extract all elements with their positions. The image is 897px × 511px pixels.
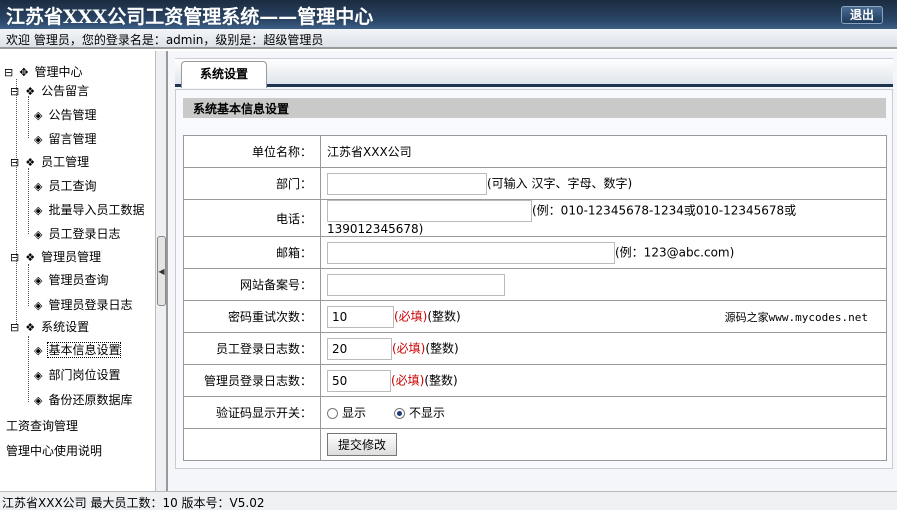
- header: 江苏省XXX公司工资管理系统——管理中心 退出: [0, 0, 897, 29]
- pwd-retry-label: 密码重试次数：: [183, 300, 321, 333]
- required-mark: (必填): [394, 309, 428, 323]
- unit-label: 单位名称：: [183, 135, 321, 168]
- group-label: 公告留言: [41, 84, 90, 98]
- radio-hide-label: 不显示: [409, 406, 446, 420]
- item-label: 公告管理: [48, 108, 97, 122]
- tree-group-admins[interactable]: ⊟ ❖ 管理员管理: [10, 248, 101, 265]
- radio-show[interactable]: [327, 408, 338, 419]
- dept-label: 部门：: [183, 167, 321, 200]
- required-mark: (必填): [392, 341, 426, 355]
- tree-root-label: 管理中心: [34, 65, 83, 79]
- tab-bar: [175, 58, 893, 87]
- tree-item[interactable]: ◈ 备份还原数据库: [34, 391, 132, 408]
- tree-item[interactable]: ◈ 员工查询: [34, 177, 96, 194]
- email-input[interactable]: [327, 241, 615, 264]
- diamond-icon: ◈: [34, 109, 43, 122]
- submit-button[interactable]: 提交修改: [327, 433, 398, 456]
- captcha-show-option[interactable]: 显示: [327, 406, 366, 420]
- icp-label: 网站备案号：: [183, 268, 321, 301]
- status-bar: 江苏省XXX公司 最大员工数：10 版本号：V5.02: [0, 491, 897, 510]
- root-icon: ✥: [19, 66, 29, 79]
- tree-item[interactable]: ◈ 公告管理: [34, 106, 96, 123]
- admin-log-label: 管理员登录日志数：: [183, 364, 321, 397]
- tree-item[interactable]: ◈ 部门岗位设置: [34, 366, 120, 383]
- tree-root[interactable]: ⊟ ✥ 管理中心: [4, 63, 82, 80]
- email-hint: (例：123@abc.com): [615, 245, 735, 259]
- group-label: 员工管理: [41, 155, 90, 169]
- diamond-icon: ◈: [34, 344, 43, 357]
- diamond-icon: ◈: [34, 394, 43, 407]
- group-label: 系统设置: [41, 320, 90, 334]
- sidebar-splitter[interactable]: ◀: [155, 51, 168, 491]
- welcome-text: 欢迎 管理员，您的登录名是：admin，级别是：超级管理员: [0, 29, 897, 49]
- integer-hint: (整数): [424, 373, 458, 387]
- email-label: 邮箱：: [183, 236, 321, 269]
- diamond-icon: ❖: [25, 85, 36, 98]
- integer-hint: (整数): [425, 341, 459, 355]
- icp-input[interactable]: [327, 273, 505, 296]
- diamond-icon: ❖: [25, 156, 36, 169]
- diamond-icon: ◈: [34, 204, 43, 217]
- item-label: 管理员登录日志: [48, 298, 133, 312]
- tree-item[interactable]: ◈ 管理员登录日志: [34, 296, 132, 313]
- collapse-icon[interactable]: ⊟: [10, 85, 19, 98]
- collapse-sidebar-handle[interactable]: ◀: [157, 236, 166, 306]
- collapse-icon[interactable]: ⊟: [10, 321, 19, 334]
- diamond-icon: ◈: [34, 274, 43, 287]
- tree-item[interactable]: ◈ 留言管理: [34, 130, 96, 147]
- diamond-icon: ❖: [25, 251, 36, 264]
- item-label: 批量导入员工数据: [48, 203, 145, 217]
- item-label: 管理员查询: [48, 273, 109, 287]
- group-label: 管理员管理: [41, 250, 102, 264]
- collapse-icon[interactable]: ⊟: [4, 66, 13, 79]
- tree-item[interactable]: ◈ 批量导入员工数据: [34, 201, 144, 218]
- item-label: 员工查询: [48, 179, 97, 193]
- emp-log-label: 员工登录日志数：: [183, 332, 321, 365]
- unit-value: 江苏省XXX公司: [320, 135, 887, 168]
- dept-input[interactable]: [327, 172, 487, 195]
- item-label: 基本信息设置: [47, 342, 122, 358]
- tree-group-employees[interactable]: ⊟ ❖ 员工管理: [10, 153, 89, 170]
- empty-cell: [183, 428, 321, 461]
- diamond-icon: ◈: [34, 299, 43, 312]
- radio-hide[interactable]: [394, 408, 406, 419]
- diamond-icon: ◈: [34, 133, 43, 146]
- watermark: 源码之家www.mycodes.net: [724, 311, 868, 324]
- integer-hint: (整数): [427, 309, 461, 323]
- tree-item[interactable]: ◈ 员工登录日志: [34, 225, 120, 242]
- diamond-icon: ◈: [34, 369, 43, 382]
- logout-button[interactable]: 退出: [841, 6, 883, 24]
- required-mark: (必填): [391, 373, 425, 387]
- captcha-hide-option[interactable]: 不显示: [394, 406, 445, 420]
- collapse-icon[interactable]: ⊟: [10, 251, 19, 264]
- tree-item[interactable]: ◈ 管理员查询: [34, 271, 108, 288]
- radio-show-label: 显示: [342, 406, 367, 420]
- diamond-icon: ◈: [34, 228, 43, 241]
- item-label: 部门岗位设置: [48, 368, 121, 382]
- diamond-icon: ❖: [25, 321, 36, 334]
- tree-group-system[interactable]: ⊟ ❖ 系统设置: [10, 318, 89, 335]
- item-label: 员工登录日志: [48, 227, 121, 241]
- sidebar-tree: ⊟ ✥ 管理中心 ⊟ ❖ 公告留言 ◈ 公告管理 ◈ 留言管理 ⊟ ❖ 员工管理 ◈ 员工查询 ◈…: [0, 51, 155, 491]
- item-label: 留言管理: [48, 132, 97, 146]
- item-label: 备份还原数据库: [48, 393, 133, 407]
- emp-log-input[interactable]: [327, 337, 392, 360]
- tree-item-selected[interactable]: ◈ 基本信息设置: [34, 341, 122, 358]
- collapse-icon[interactable]: ⊟: [10, 156, 19, 169]
- captcha-label: 验证码显示开关：: [183, 396, 321, 429]
- link-help[interactable]: 管理中心使用说明: [6, 442, 102, 459]
- tree-group-announcements[interactable]: ⊟ ❖ 公告留言: [10, 82, 89, 99]
- diamond-icon: ◈: [34, 180, 43, 193]
- phone-input[interactable]: [327, 200, 532, 222]
- link-salary-query[interactable]: 工资查询管理: [6, 417, 78, 434]
- admin-log-input[interactable]: [327, 369, 391, 392]
- section-title: 系统基本信息设置: [183, 98, 886, 118]
- tab-system-settings[interactable]: 系统设置: [181, 61, 267, 88]
- phone-label: 电话：: [183, 199, 321, 237]
- dept-hint: (可输入 汉字、字母、数字): [487, 176, 633, 190]
- pwd-retry-input[interactable]: [327, 305, 394, 328]
- settings-form: 单位名称： 江苏省XXX公司 部门： (可输入 汉字、字母、数字) 电话： (例：01…: [183, 135, 887, 461]
- app-title: 江苏省XXX公司工资管理系统——管理中心: [6, 6, 374, 28]
